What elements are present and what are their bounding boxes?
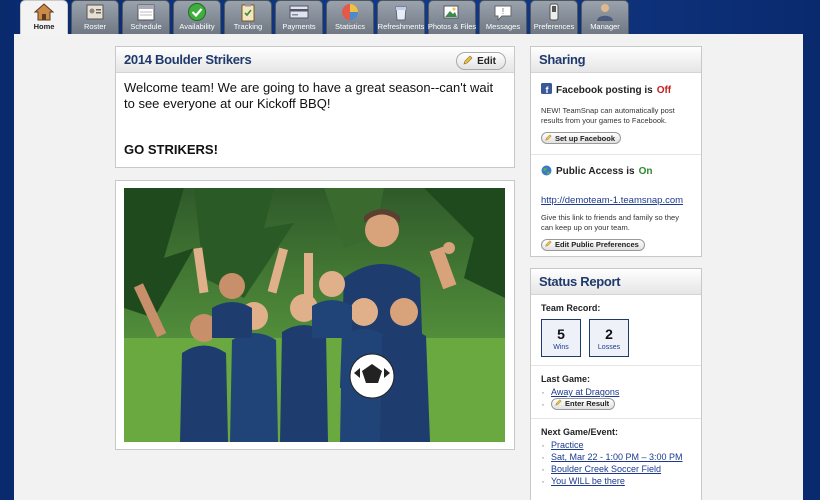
tab-photos-files[interactable]: Photos & Files [428,0,476,34]
svg-text:!: ! [502,7,504,16]
tab-label: Tracking [233,22,263,31]
edit-public-preferences-button[interactable]: Edit Public Preferences [541,238,645,251]
welcome-body: Welcome team! We are going to have a gre… [116,73,514,165]
tab-label: Preferences [533,22,575,31]
public-url-link[interactable]: http://demoteam-1.teamsnap.com [541,195,683,206]
welcome-message: Welcome team! We are going to have a gre… [124,80,494,111]
roster-icon [84,2,106,22]
clipboard-icon [237,2,259,22]
wins-box: 5 Wins [541,319,581,357]
facebook-section: f Facebook posting is Off NEW! TeamSnap … [531,73,701,155]
next-event-rsvp: You WILL be there [541,475,691,487]
tab-payments[interactable]: Payments [275,0,323,34]
tab-label: Home [33,22,55,31]
tab-statistics[interactable]: Statistics [326,0,374,34]
next-event-name: Practice [541,439,691,451]
payment-icon [288,2,310,22]
wins-label: Wins [553,343,569,351]
wins-count: 5 [557,325,565,342]
last-game-section: Last Game: Away at Dragons Enter Result [531,366,701,419]
person-icon [594,2,616,22]
next-event-rsvp-link[interactable]: You WILL be there [551,475,625,487]
losses-box: 2 Losses [589,319,629,357]
enter-result-label: Enter Result [565,399,610,408]
tab-availability[interactable]: Availability [173,0,221,34]
next-event-location-link[interactable]: Boulder Creek Soccer Field [551,463,661,475]
edit-button[interactable]: Edit [456,52,506,70]
speech-bubble-icon: ! [492,2,514,22]
pencil-icon [545,133,552,143]
next-event-location: Boulder Creek Soccer Field [541,463,691,475]
globe-icon [541,163,552,181]
team-record-section: Team Record: 5 Wins 2 Losses [531,295,701,366]
next-event-datetime-link[interactable]: Sat, Mar 22 - 1:00 PM – 3:00 PM [551,451,683,463]
tab-manager[interactable]: Manager [581,0,629,34]
photos-icon [441,2,463,22]
facebook-label: Facebook posting is [556,84,653,96]
team-record-label: Team Record: [541,303,601,313]
tab-messages[interactable]: ! Messages [479,0,527,34]
public-access-section: Public Access is On http://demoteam-1.te… [531,155,701,261]
tab-label: Payments [282,22,316,31]
enter-result-button[interactable]: Enter Result [551,398,616,410]
house-icon [33,2,55,22]
tab-label: Messages [485,22,521,31]
losses-count: 2 [605,325,613,342]
welcome-card-header: 2014 Boulder Strikers Edit [116,47,514,73]
pie-chart-icon [339,2,361,22]
tab-preferences[interactable]: Preferences [530,0,578,34]
pencil-icon [555,398,562,410]
welcome-card: 2014 Boulder Strikers Edit Welcome team!… [115,46,515,168]
tab-label: Roster [83,22,107,31]
checkmark-icon [186,2,208,22]
team-photo [124,188,505,442]
next-game-label: Next Game/Event: [541,427,619,437]
public-access-label: Public Access is [556,166,635,177]
tab-tracking[interactable]: Tracking [224,0,272,34]
last-game-item: Away at Dragons [541,386,691,398]
tab-label: Availability [179,22,215,31]
tab-schedule[interactable]: Schedule [122,0,170,34]
public-access-description: Give this link to friends and family so … [541,212,679,232]
status-report-card: Status Report Team Record: 5 Wins 2 Loss… [530,268,702,500]
sharing-card: Sharing f Facebook posting is Off NEW! T… [530,46,702,257]
facebook-status: Off [656,84,672,96]
edit-button-label: Edit [477,55,496,67]
main-nav-tabs: Home Roster Schedule Availability Tracki… [20,0,810,34]
status-report-title: Status Report [539,274,621,289]
tab-label: Photos & Files [427,22,477,31]
switch-icon [543,2,565,22]
last-game-link[interactable]: Away at Dragons [551,386,619,398]
calendar-icon [135,2,157,22]
public-access-status: On [638,166,653,177]
pencil-icon [545,240,552,249]
losses-label: Losses [597,343,621,351]
next-game-section: Next Game/Event: Practice Sat, Mar 22 - … [531,419,701,495]
tab-label: Statistics [334,22,365,31]
cup-icon [390,2,412,22]
last-game-label: Last Game: [541,374,591,384]
tab-roster[interactable]: Roster [71,0,119,34]
enter-result-item: Enter Result [541,398,691,410]
setup-facebook-label: Set up Facebook [555,133,616,143]
facebook-icon: f [541,81,552,99]
status-report-header: Status Report [531,269,701,295]
sharing-title: Sharing [539,52,586,67]
tab-refreshments[interactable]: Refreshments [377,0,425,34]
team-slogan: GO STRIKERS! [124,142,218,157]
main-content: 2014 Boulder Strikers Edit Welcome team!… [14,34,803,500]
sharing-card-header: Sharing [531,47,701,73]
next-event-datetime: Sat, Mar 22 - 1:00 PM – 3:00 PM [541,451,691,463]
tab-label: Schedule [130,22,162,31]
next-event-link[interactable]: Practice [551,439,584,451]
facebook-description: NEW! TeamSnap can automatically post res… [541,106,675,125]
team-photo-card [115,180,515,450]
setup-facebook-button[interactable]: Set up Facebook [541,132,622,144]
pencil-icon [463,55,473,68]
team-title: 2014 Boulder Strikers [124,52,252,67]
tab-home[interactable]: Home [20,0,68,34]
edit-public-preferences-label: Edit Public Preferences [555,240,639,249]
tab-label: Manager [590,22,620,31]
tab-label: Refreshments [377,22,425,31]
